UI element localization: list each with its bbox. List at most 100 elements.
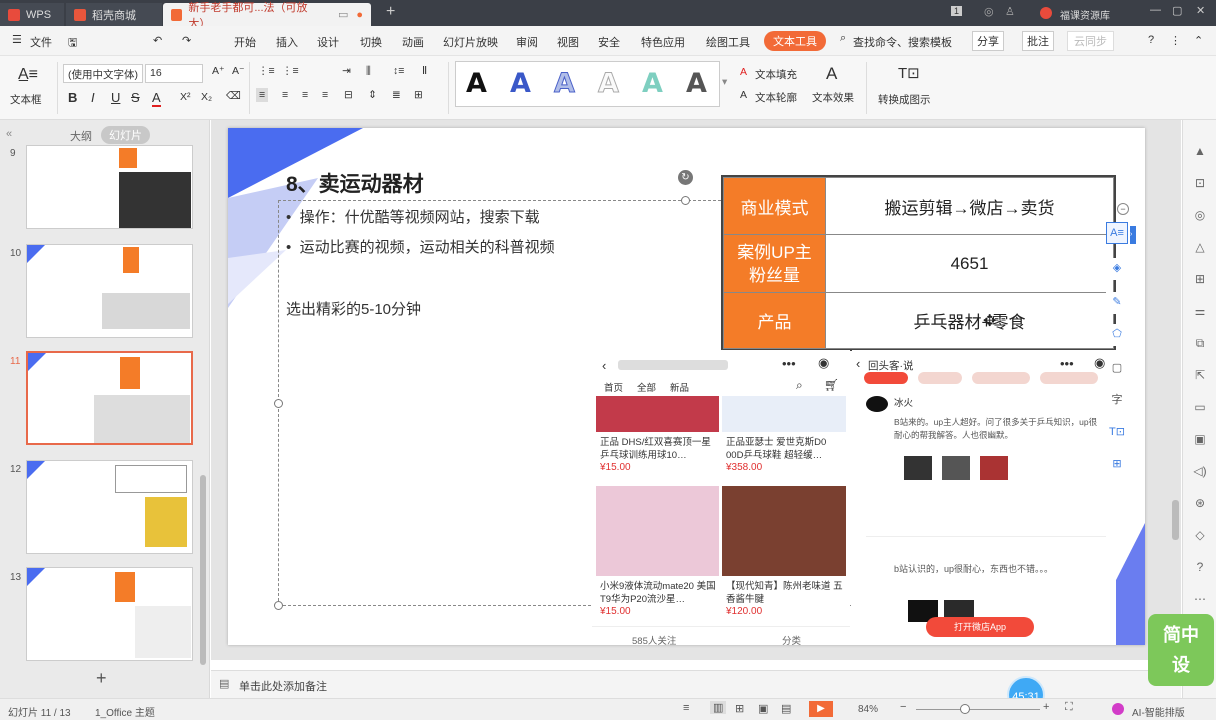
tab-docer-store[interactable]: 稻壳商城	[66, 3, 162, 26]
bullet-list-icon[interactable]: ⋮≡	[258, 65, 275, 77]
text-outline-button[interactable]: 文本轮廓	[755, 90, 797, 105]
text-effect-button[interactable]: 文本效果	[812, 90, 854, 105]
tab-wps[interactable]: WPS	[0, 3, 64, 26]
wordart-black[interactable]: A	[466, 68, 487, 99]
command-search[interactable]: 查找命令、搜索模板	[853, 34, 952, 50]
skin-icon[interactable]: ◎	[984, 5, 994, 18]
text-fill-button[interactable]: 文本填充	[755, 67, 797, 82]
align-right-icon[interactable]: ≡	[302, 89, 308, 101]
menu-view[interactable]: 视图	[557, 34, 579, 50]
menu-review[interactable]: 审阅	[516, 34, 538, 50]
align-left-icon[interactable]: ≡	[256, 88, 269, 102]
wordart-gray[interactable]: A	[686, 68, 707, 99]
shirt-icon[interactable]: ♙	[1005, 5, 1015, 18]
info-table[interactable]: 商业模式 搬运剪辑→微店→卖货 案例UP主 粉丝量 4651 产品 乒乓器材+零…	[721, 175, 1116, 351]
fit-window-icon[interactable]: ⛶	[1065, 701, 1073, 714]
strikethrough-button[interactable]: S	[131, 90, 140, 105]
canvas-scrollbar[interactable]	[1172, 500, 1179, 540]
compass-icon[interactable]: ◇	[1192, 528, 1208, 544]
menu-slideshow[interactable]: 幻灯片放映	[443, 34, 498, 50]
thumbnail-scrollbar[interactable]	[200, 475, 206, 665]
bold-button[interactable]: B	[68, 90, 77, 105]
select-icon[interactable]: ⊡	[1192, 176, 1208, 192]
slide-title[interactable]: 8、卖运动器材	[286, 168, 424, 198]
ai-layout-icon[interactable]	[1112, 703, 1124, 715]
slide-thumbnail-13[interactable]	[26, 567, 193, 661]
slide-thumbnail-12[interactable]	[26, 460, 193, 554]
menu-home[interactable]: 开始	[234, 34, 256, 50]
reading-view-icon[interactable]: ▣	[758, 702, 768, 715]
resize-handle[interactable]	[274, 399, 283, 408]
resize-handle[interactable]	[681, 196, 690, 205]
rotate-handle-icon[interactable]: ↻	[678, 170, 693, 185]
textbox-icon[interactable]: A̲≡	[18, 66, 38, 84]
notes-toggle-icon[interactable]: ≡	[683, 702, 689, 714]
frame-icon[interactable]: ▢	[1106, 358, 1128, 380]
zoom-slider-thumb[interactable]	[960, 704, 970, 714]
menu-features[interactable]: 特色应用	[641, 34, 685, 50]
collapse-ribbon-icon[interactable]: ⌃	[1194, 34, 1203, 47]
font-color-button[interactable]: A	[152, 90, 161, 107]
redo-icon[interactable]: ↷	[182, 34, 191, 47]
wordart-gallery[interactable]: A A A A A A	[455, 61, 720, 107]
font-size-select[interactable]: 16	[145, 64, 203, 83]
undo-icon[interactable]: ↶	[153, 34, 162, 47]
zoom-level[interactable]: 84%	[858, 704, 878, 715]
tab-monitor-icon[interactable]: ▭	[338, 8, 348, 21]
shape-effect-icon[interactable]: ▲	[1192, 144, 1208, 160]
align-center-icon[interactable]: ≡	[282, 89, 288, 101]
notes-view-icon[interactable]: ▤	[781, 702, 791, 715]
close-button[interactable]: ✕	[1196, 4, 1205, 17]
slide-thumbnail-9[interactable]	[26, 145, 193, 229]
strip-expand-icon[interactable]: ›	[1130, 226, 1136, 244]
audio-icon[interactable]: ◁)	[1192, 464, 1208, 480]
italic-button[interactable]: I	[91, 90, 95, 105]
more-icon[interactable]: ⋮	[1170, 34, 1181, 47]
spacing-icon[interactable]: ⇕	[368, 89, 377, 101]
slide[interactable]: 8、卖运动器材 ↻ • 操作：什优酷等视频网站，搜索下载 • 运动比赛的视频，运…	[228, 128, 1145, 645]
export-icon[interactable]: ⇱	[1192, 368, 1208, 384]
shop-screenshot[interactable]: ‹ ••• ◉ 首页 全部 新品 ⌕ 🛒︎ 正品 DHS/红双喜赛顶一星乒乓球训…	[592, 350, 850, 645]
smart-art-icon[interactable]: ⊞	[1106, 454, 1128, 476]
sorter-view-icon[interactable]: ⊞	[735, 702, 744, 715]
text-convert-icon[interactable]: T⊡	[1106, 422, 1128, 444]
slides-tab[interactable]: 幻灯片	[101, 126, 150, 144]
adjust-icon[interactable]: ⚌	[1192, 304, 1208, 320]
zoom-slider[interactable]	[916, 709, 1040, 710]
textbox-button[interactable]: 文本框	[10, 92, 42, 107]
wordart-white-outline[interactable]: A	[598, 68, 620, 100]
text-fill-icon[interactable]: A	[740, 66, 747, 78]
clear-format-icon[interactable]: ⌫	[226, 90, 241, 102]
menu-drawing-tools[interactable]: 绘图工具	[706, 34, 750, 50]
menu-design[interactable]: 设计	[317, 34, 339, 50]
copy-icon[interactable]: ⧉	[1192, 336, 1208, 352]
share-button[interactable]: 分享	[972, 31, 1004, 51]
normal-view-icon[interactable]: ▥	[710, 701, 727, 714]
convert-smartart-icon[interactable]: T⊡	[898, 64, 920, 82]
account-name[interactable]: 福课资源库	[1060, 7, 1110, 22]
distribute-icon[interactable]: ⊟	[344, 89, 353, 101]
new-tab-button[interactable]: +	[386, 3, 395, 21]
format-icon[interactable]: ◎	[1192, 208, 1208, 224]
text-effect-icon[interactable]: A	[826, 64, 837, 84]
save-icon[interactable]: 🖫	[68, 34, 77, 53]
vertical-align-icon[interactable]: ⊞	[414, 89, 423, 101]
wordart-blue-outline[interactable]: A	[554, 68, 576, 100]
menu-icon[interactable]: ☰	[12, 33, 22, 46]
indent-icon[interactable]: ⇥	[342, 65, 351, 77]
justify-icon[interactable]: ≡	[322, 89, 328, 101]
text-direction-icon[interactable]: Ⅱ	[422, 65, 427, 77]
underline-button[interactable]: U	[111, 90, 120, 105]
text-style-icon[interactable]: A≡	[1106, 222, 1128, 244]
menu-text-tools[interactable]: 文本工具	[764, 31, 826, 51]
subscript-button[interactable]: X₂	[201, 91, 212, 103]
slide-thumbnail-11[interactable]	[26, 351, 193, 445]
convert-smartart-button[interactable]: 转换成图示	[878, 92, 931, 107]
comment-button[interactable]: 批注	[1022, 31, 1054, 51]
menu-transition[interactable]: 切换	[360, 34, 382, 50]
collapse-pane-icon[interactable]: «	[6, 128, 12, 140]
shrink-font-icon[interactable]: A⁻	[232, 65, 245, 77]
menu-insert[interactable]: 插入	[276, 34, 298, 50]
grid-icon[interactable]: ⊞	[1192, 272, 1208, 288]
number-list-icon[interactable]: ⋮≡	[282, 65, 299, 77]
